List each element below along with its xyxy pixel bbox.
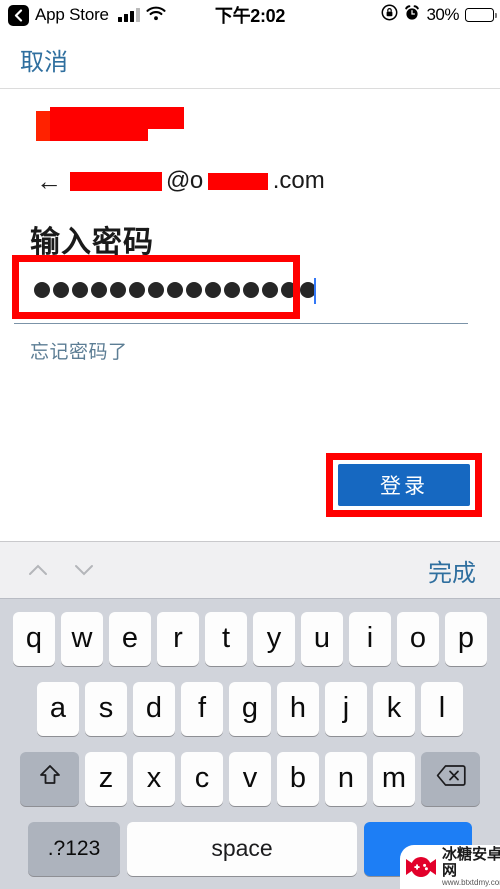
backspace-key[interactable] [421,751,480,806]
email-at-label: @o [166,167,203,194]
chevron-up-icon[interactable] [24,556,52,584]
battery-icon [465,8,497,22]
space-key[interactable]: space [127,821,357,876]
key-v[interactable]: v [229,751,271,806]
key-z[interactable]: z [85,751,127,806]
key-x[interactable]: x [133,751,175,806]
phone-screen: App Store 下午2:02 30% 取消 ← @o .com 输入密码 忘… [0,0,500,889]
nav-bar: 取消 [0,30,500,88]
back-arrow-icon[interactable]: ← [36,168,62,194]
key-g[interactable]: g [229,681,271,736]
site-watermark: 冰糖安卓网 www.btxtdmy.com [400,845,500,889]
key-y[interactable]: y [253,611,295,666]
shift-arrow-icon [37,762,63,796]
watermark-site-name: 冰糖安卓网 [442,846,500,879]
key-h[interactable]: h [277,681,319,736]
key-w[interactable]: w [61,611,103,666]
email-tld-label: .com [272,167,325,194]
watermark-text: 冰糖安卓网 www.btxtdmy.com [442,847,500,887]
key-k[interactable]: k [373,681,415,736]
key-n[interactable]: n [325,751,367,806]
candy-gamepad-logo-icon [404,854,438,880]
key-o[interactable]: o [397,611,439,666]
key-a[interactable]: a [37,681,79,736]
email-domain-redaction [207,172,268,190]
keyboard-row-3: zxcvbnm [0,748,500,809]
account-logo-redaction [36,105,184,141]
key-d[interactable]: d [133,681,175,736]
signin-form: ← @o .com 输入密码 忘记密码了 登录 [0,89,500,541]
key-b[interactable]: b [277,751,319,806]
key-e[interactable]: e [109,611,151,666]
keyboard-row-1: qwertyuiop [0,608,500,669]
login-button-highlight-box [326,453,482,517]
password-field-highlight-box [12,255,300,319]
key-t[interactable]: t [205,611,247,666]
numbers-key[interactable]: .?123 [28,821,120,876]
keyboard-row-2: asdfghjkl [0,678,500,739]
key-p[interactable]: p [445,611,487,666]
text-caret [314,278,316,304]
keyboard-row-3-letters: zxcvbnm [85,751,415,806]
keyboard: 完成 qwertyuiop asdfghjkl zxcvbnm .?123 sp… [0,541,500,889]
email-display-row[interactable]: ← @o .com [36,165,325,197]
chevron-down-icon[interactable] [70,556,98,584]
backspace-icon [436,762,466,795]
key-c[interactable]: c [181,751,223,806]
status-bar-time: 下午2:02 [214,6,286,26]
password-underline [14,322,468,324]
key-m[interactable]: m [373,751,415,806]
shift-key[interactable] [20,751,79,806]
key-u[interactable]: u [301,611,343,666]
keyboard-done-button[interactable]: 完成 [428,553,476,588]
key-i[interactable]: i [349,611,391,666]
keyboard-nav-chevrons [24,556,98,584]
key-q[interactable]: q [13,611,55,666]
email-local-redaction [70,171,162,191]
key-r[interactable]: r [157,611,199,666]
watermark-url: www.btxtdmy.com [442,877,500,887]
key-s[interactable]: s [85,681,127,736]
key-f[interactable]: f [181,681,223,736]
status-bar: App Store 下午2:02 30% [0,0,500,30]
forgot-password-link[interactable]: 忘记密码了 [30,337,128,364]
key-j[interactable]: j [325,681,367,736]
key-l[interactable]: l [421,681,463,736]
cancel-button[interactable]: 取消 [20,42,68,77]
keyboard-toolbar: 完成 [0,541,500,599]
